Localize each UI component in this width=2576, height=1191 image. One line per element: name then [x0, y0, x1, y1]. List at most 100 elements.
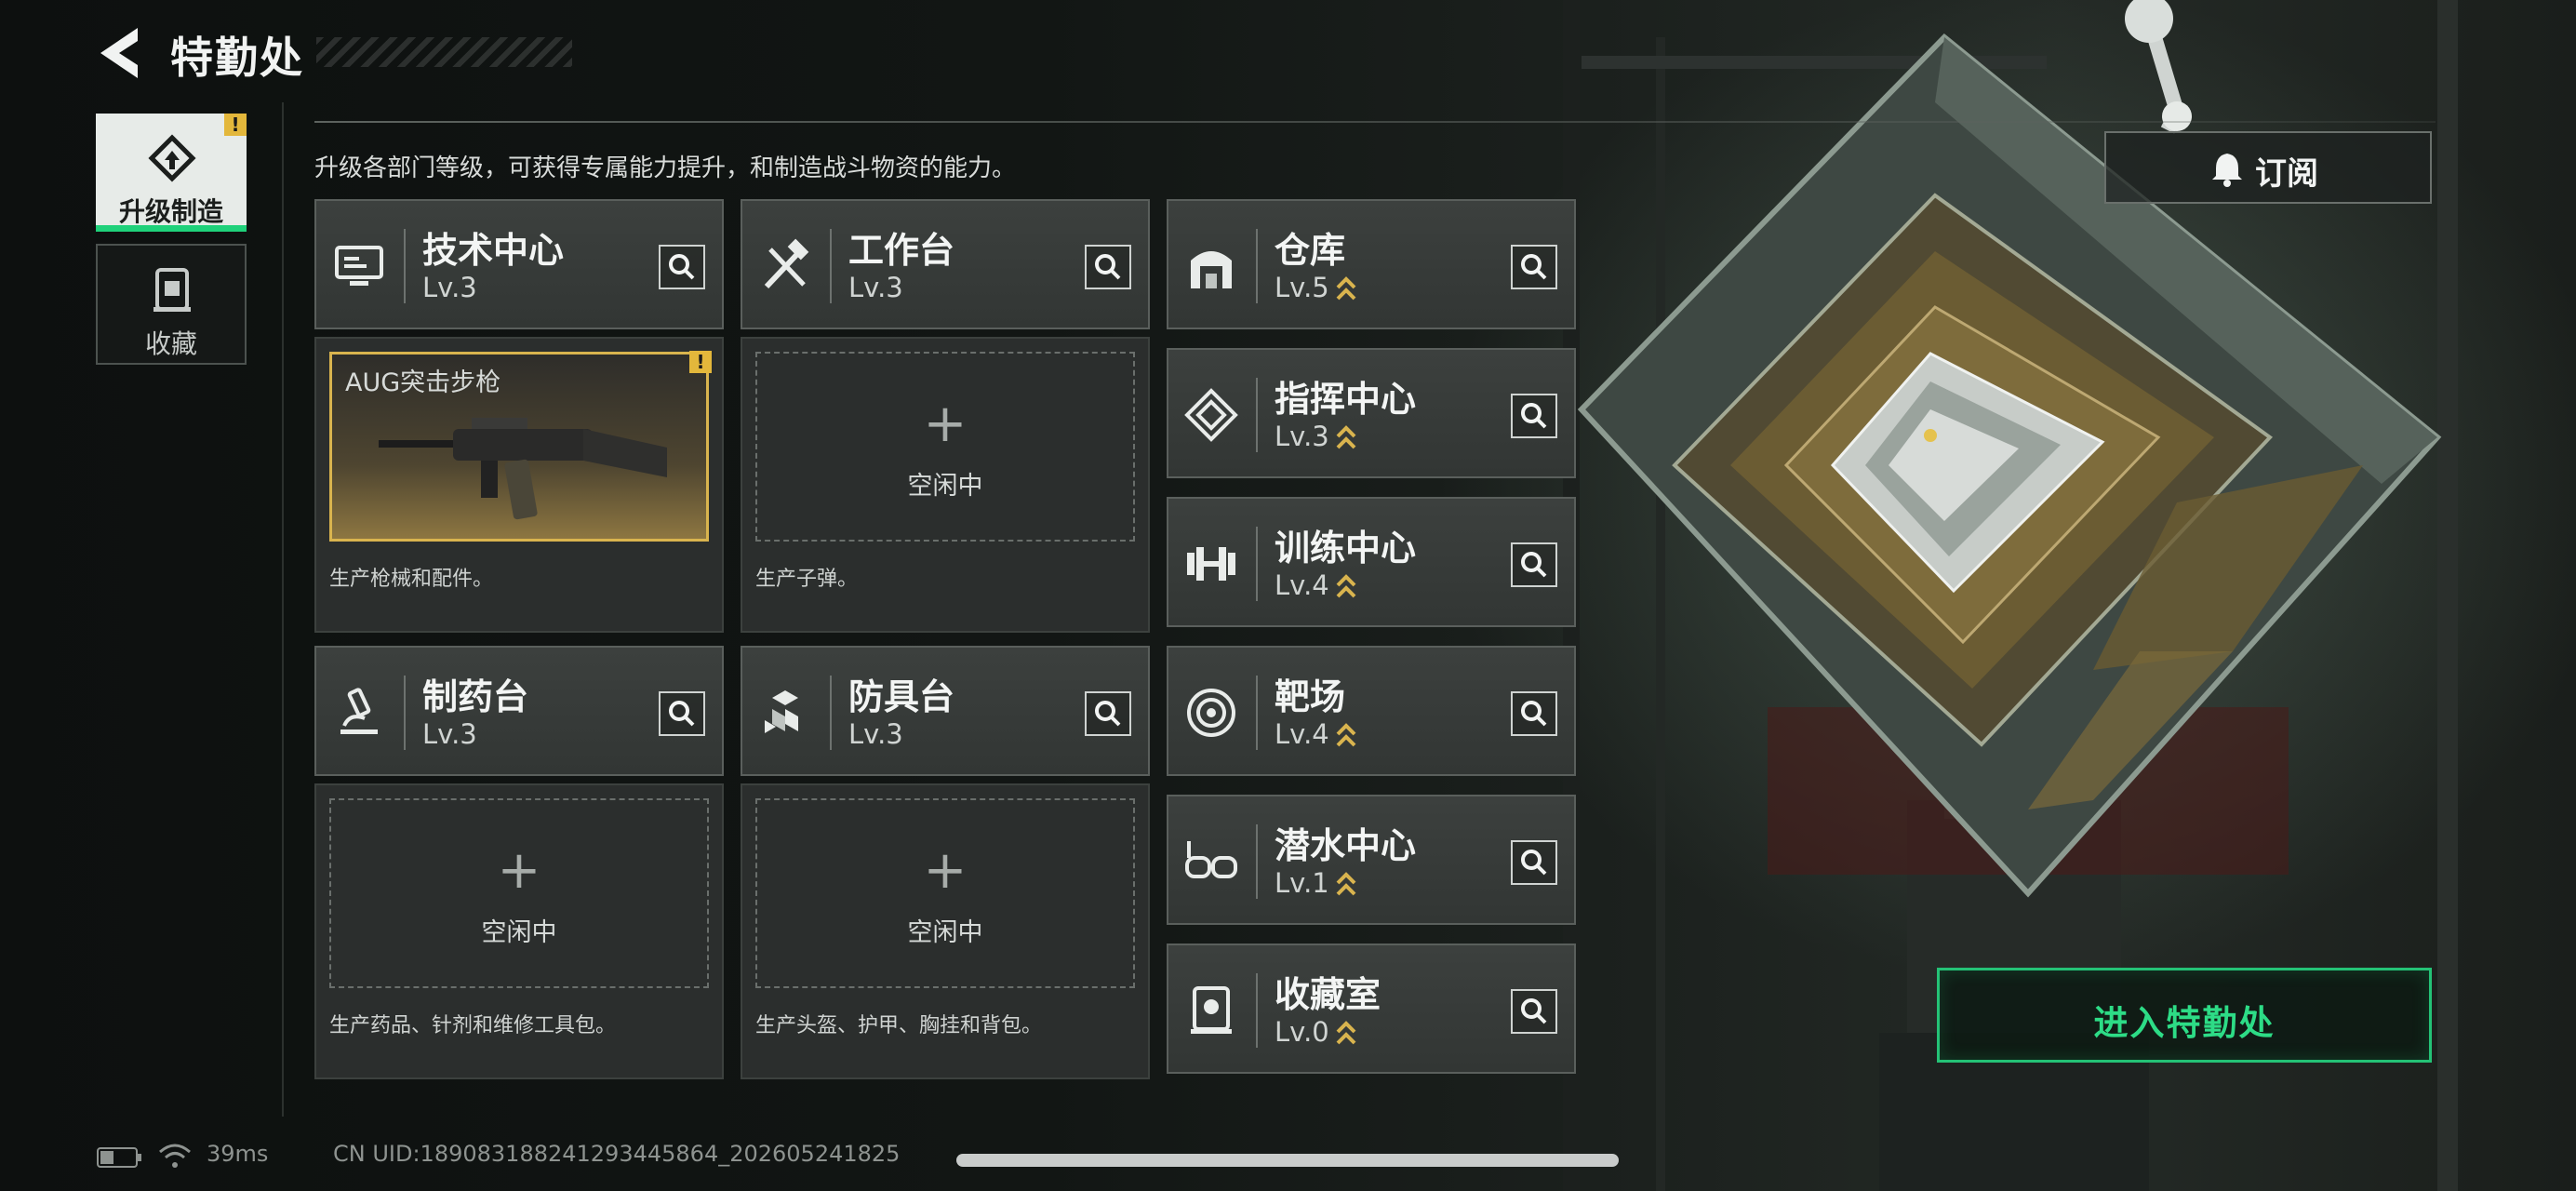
tab-label: 升级制造 [118, 196, 223, 227]
facility-card-collection-room[interactable]: 收藏室 Lv.0 [1167, 943, 1576, 1074]
facility-card-workbench[interactable]: 工作台 Lv.3 [741, 199, 1150, 329]
facility-card-armor-bench[interactable]: 防具台 Lv.3 [741, 646, 1150, 776]
enter-special-ops-button[interactable]: 进入特勤处 [1937, 968, 2432, 1063]
facility-name: 仓库 [1275, 230, 1346, 271]
tools-icon [764, 238, 809, 289]
level-text: Lv.4 [1275, 718, 1329, 750]
level-text: Lv.5 [1275, 272, 1329, 303]
back-button[interactable] [93, 24, 149, 82]
level-text: Lv.0 [1275, 1016, 1329, 1048]
facility-level: Lv.5 [1275, 272, 1357, 304]
inspect-button[interactable] [1511, 691, 1557, 736]
facility-name: 训练中心 [1275, 528, 1417, 569]
subscribe-button[interactable]: 订阅 [2104, 131, 2432, 204]
slot-status: 空闲中 [481, 918, 557, 947]
home-indicator[interactable] [956, 1154, 1619, 1167]
facility-name: 防具台 [848, 676, 955, 717]
tab-label: 收藏 [144, 328, 197, 359]
search-icon [1521, 552, 1547, 578]
workshop-panel-pharmacy: + 空闲中 生产药品、针剂和维修工具包。 [314, 783, 724, 1079]
workshop-panel-armor-bench: + 空闲中 生产头盔、护甲、胸挂和背包。 [741, 783, 1150, 1079]
inspect-button[interactable] [1511, 542, 1557, 587]
active-tab-indicator [96, 225, 247, 232]
computer-icon [335, 246, 383, 286]
upgrade-arrow-icon [1336, 574, 1356, 598]
inspect-button[interactable] [1085, 245, 1131, 289]
diving-goggles-icon [1185, 841, 1237, 878]
slot-status: 空闲中 [907, 472, 983, 501]
armor-blocks-icon [765, 690, 798, 733]
facility-card-warehouse[interactable]: 仓库 Lv.5 [1167, 199, 1576, 329]
separator [1256, 676, 1258, 750]
dumbbell-icon [1187, 547, 1235, 581]
level-text: Lv.1 [1275, 867, 1329, 899]
add-icon: + [923, 840, 968, 901]
search-icon [1521, 998, 1547, 1024]
separator [1256, 229, 1258, 303]
facility-name: 收藏室 [1275, 974, 1381, 1015]
add-icon: + [497, 840, 541, 901]
facility-level: Lv.3 [848, 272, 903, 303]
upgrade-arrow-icon [1336, 276, 1356, 301]
separator [404, 676, 406, 750]
alert-badge: ! [224, 114, 247, 136]
separator [1256, 824, 1258, 899]
workshop-description: 生产头盔、护甲、胸挂和背包。 [755, 1014, 1043, 1037]
facility-level: Lv.4 [1275, 718, 1357, 751]
target-icon [1187, 689, 1235, 737]
bell-icon [2212, 154, 2242, 187]
alert-badge: ! [689, 351, 712, 373]
separator [830, 676, 832, 750]
workshop-panel-tech-center: AUG突击步枪 ! 生产枪械和配件。 [314, 337, 724, 633]
facility-name: 靶场 [1275, 676, 1346, 717]
level-text: Lv.3 [1275, 421, 1329, 452]
inspect-button[interactable] [659, 245, 705, 289]
workshop-description: 生产药品、针剂和维修工具包。 [329, 1014, 617, 1037]
facility-name: 指挥中心 [1275, 379, 1417, 420]
search-icon [1095, 254, 1121, 280]
production-slot[interactable]: AUG突击步枪 ! [329, 351, 712, 542]
inspect-button[interactable] [1085, 691, 1131, 736]
facility-level: Lv.0 [1275, 1016, 1357, 1049]
facility-name: 工作台 [848, 230, 955, 271]
facility-card-shooting-range[interactable]: 靶场 Lv.4 [1167, 646, 1576, 776]
tab-upgrade-craft[interactable]: 升级制造 ! [96, 114, 247, 227]
inspect-button[interactable] [1511, 840, 1557, 885]
facility-level: Lv.4 [1275, 569, 1357, 602]
enter-label: 进入特勤处 [2093, 1003, 2276, 1043]
facility-card-diving-center[interactable]: 潜水中心 Lv.1 [1167, 795, 1576, 925]
production-slot[interactable]: + 空闲中 [755, 798, 1135, 988]
production-slot[interactable]: + 空闲中 [329, 798, 709, 988]
separator [1256, 378, 1258, 452]
page-title: 特勤处 [170, 33, 304, 83]
production-slot[interactable]: + 空闲中 [755, 352, 1135, 542]
uid-readout: CN UID:18908318824129344586­4_2026052418… [333, 1141, 901, 1167]
search-icon [1521, 701, 1547, 727]
search-icon [1095, 701, 1121, 727]
workshop-description: 生产枪械和配件。 [329, 568, 494, 591]
facility-level: Lv.3 [848, 718, 903, 750]
facility-level: Lv.1 [1275, 867, 1357, 900]
upgrade-arrow-icon [1336, 872, 1356, 896]
level-text: Lv.4 [1275, 569, 1329, 601]
facility-level: Lv.3 [1275, 421, 1357, 453]
inspect-button[interactable] [659, 691, 705, 736]
facility-card-pharmacy[interactable]: 制药台 Lv.3 [314, 646, 724, 776]
inspect-button[interactable] [1511, 245, 1557, 289]
inspect-button[interactable] [1511, 989, 1557, 1034]
facility-card-training-center[interactable]: 训练中心 Lv.4 [1167, 497, 1576, 627]
facility-card-command-center[interactable]: 指挥中心 Lv.3 [1167, 348, 1576, 478]
subscribe-label: 订阅 [2255, 155, 2318, 193]
sidebar-divider [282, 102, 284, 1117]
warehouse-icon [1191, 251, 1232, 288]
tab-collection[interactable]: 收藏 [96, 244, 247, 365]
wifi-icon [159, 1144, 191, 1168]
inspect-button[interactable] [1511, 394, 1557, 438]
search-icon [669, 701, 695, 727]
search-icon [669, 254, 695, 280]
upgrade-craft-icon [148, 134, 196, 182]
collection-icon [153, 268, 191, 312]
search-icon [1521, 403, 1547, 429]
upgrade-arrow-icon [1336, 425, 1356, 449]
facility-card-tech-center[interactable]: 技术中心 Lv.3 [314, 199, 724, 329]
